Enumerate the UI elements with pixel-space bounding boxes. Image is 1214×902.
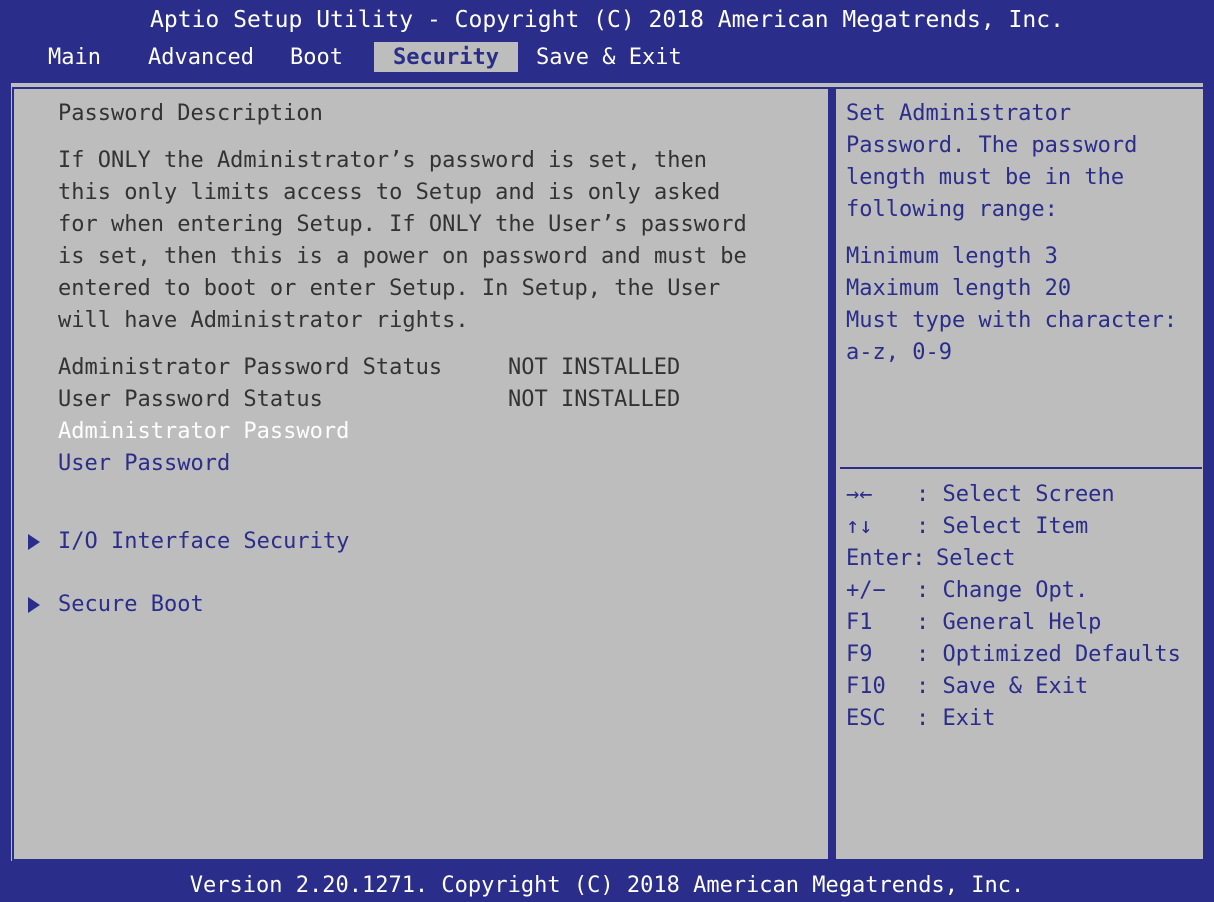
tab-security[interactable]: Security xyxy=(374,42,518,72)
version-footer: Version 2.20.1271. Copyright (C) 2018 Am… xyxy=(189,873,1025,898)
key-enter: Enter: xyxy=(846,546,926,571)
key-esc-action: : Exit xyxy=(916,706,996,731)
submenu-arrow-icon xyxy=(28,534,40,550)
help-range: a-z, 0-9 xyxy=(846,340,952,365)
user-password-item[interactable]: User Password xyxy=(58,448,230,480)
key-change-opt: +/− xyxy=(846,578,886,603)
description-line: will have Administrator rights. xyxy=(58,308,469,333)
tab-advanced[interactable]: Advanced xyxy=(140,42,262,72)
key-enter-action: Select xyxy=(936,546,1016,571)
help-range: Minimum length 3 xyxy=(846,244,1058,269)
user-status-value: NOT INSTALLED xyxy=(508,387,681,412)
key-select-screen-action: : Select Screen xyxy=(916,482,1115,507)
description-line: for when entering Setup. If ONLY the Use… xyxy=(58,212,747,237)
admin-password-item[interactable]: Administrator Password xyxy=(58,416,349,448)
description-line: If ONLY the Administrator’s password is … xyxy=(58,148,708,173)
key-select-item-action: : Select Item xyxy=(916,514,1089,539)
key-esc: ESC xyxy=(846,706,886,731)
submenu-secure-boot[interactable]: Secure Boot xyxy=(58,589,204,621)
key-f9: F9 xyxy=(846,642,873,667)
key-f10: F10 xyxy=(846,674,886,699)
help-text: following range: xyxy=(846,197,1058,222)
tab-bar: Main Advanced Boot Security Save & Exit xyxy=(0,42,1214,74)
window-title: Aptio Setup Utility - Copyright (C) 2018… xyxy=(150,7,1064,33)
key-f9-action: : Optimized Defaults xyxy=(916,642,1181,667)
key-f10-action: : Save & Exit xyxy=(916,674,1089,699)
help-separator xyxy=(840,467,1202,469)
tab-boot[interactable]: Boot xyxy=(282,42,351,72)
section-title: Password Description xyxy=(58,101,323,126)
tab-main[interactable]: Main xyxy=(40,42,109,72)
key-change-opt-action: : Change Opt. xyxy=(916,578,1089,603)
tab-save-exit[interactable]: Save & Exit xyxy=(528,42,690,72)
key-select-item: ↑↓ xyxy=(846,514,873,539)
admin-status-label: Administrator Password Status xyxy=(58,355,443,380)
description-line: is set, then this is a power on password… xyxy=(58,244,747,269)
help-text: Password. The password xyxy=(846,133,1138,158)
help-text: length must be in the xyxy=(846,165,1125,190)
key-f1-action: : General Help xyxy=(916,610,1102,635)
key-select-screen: →← xyxy=(846,482,873,507)
key-f1: F1 xyxy=(846,610,873,635)
description-line: entered to boot or enter Setup. In Setup… xyxy=(58,276,721,301)
panel-divider xyxy=(828,87,836,861)
submenu-io-interface-security[interactable]: I/O Interface Security xyxy=(58,526,349,558)
user-status-label: User Password Status xyxy=(58,387,323,412)
help-range: Maximum length 20 xyxy=(846,276,1072,301)
help-text: Set Administrator xyxy=(846,101,1072,126)
submenu-arrow-icon xyxy=(28,597,40,613)
admin-status-value: NOT INSTALLED xyxy=(508,355,681,380)
description-line: this only limits access to Setup and is … xyxy=(58,180,721,205)
help-range: Must type with character: xyxy=(846,308,1178,333)
